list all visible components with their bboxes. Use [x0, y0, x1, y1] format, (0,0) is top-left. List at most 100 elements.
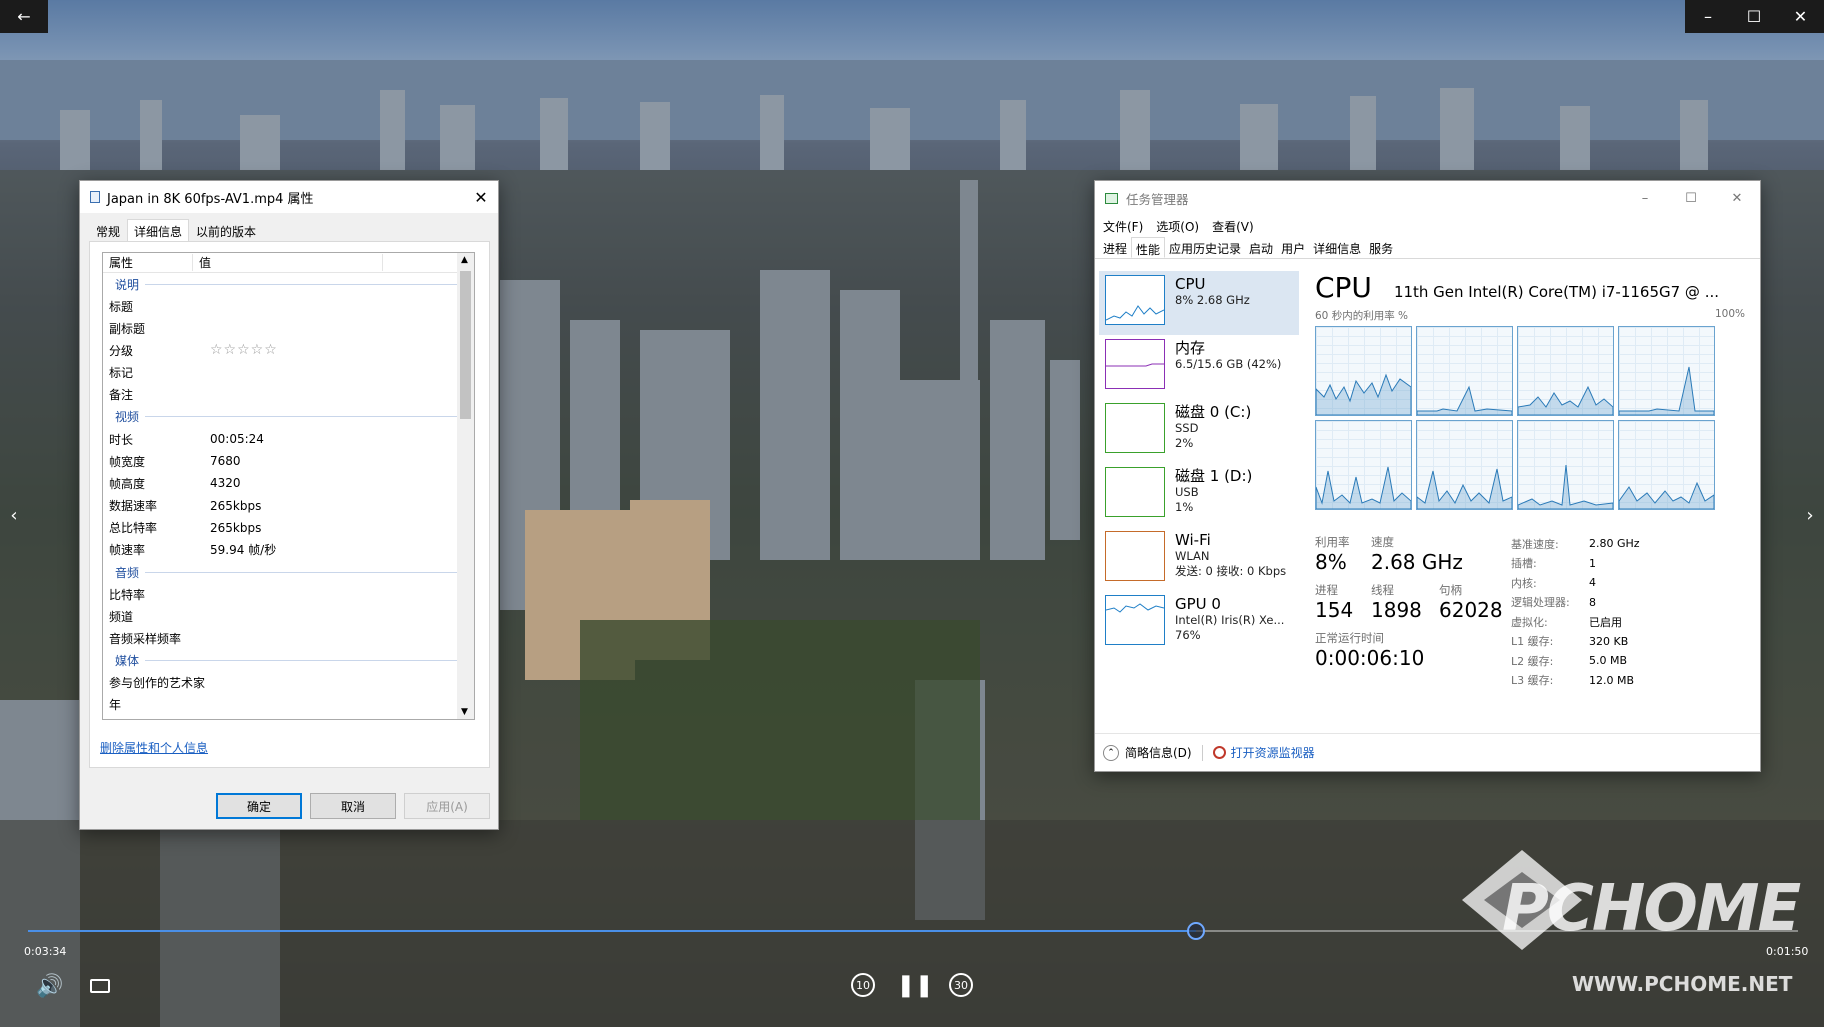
details-panel: 属性 值 说明 标题 副标题 分级 ☆☆☆☆☆ 标记 备注 视频 时长 00:05:…: [89, 241, 490, 768]
dialog-title: Japan in 8K 60fps-AV1.mp4 属性: [107, 191, 314, 207]
remove-properties-link[interactable]: 删除属性和个人信息: [100, 739, 208, 756]
core-graph: [1315, 420, 1412, 510]
vertical-scrollbar[interactable]: ▲ ▼: [457, 253, 474, 719]
tab-performance[interactable]: 性能: [1131, 237, 1166, 258]
menu-options[interactable]: 选项(O): [1156, 218, 1199, 235]
sidebar-detail: 1%: [1175, 500, 1194, 514]
sidebar-detail: Intel(R) Iris(R) Xe...: [1175, 613, 1285, 627]
list-item[interactable]: 时长 00:05:24: [103, 428, 474, 450]
property-name: 帧速率: [109, 543, 146, 558]
spec-value: 1: [1589, 556, 1596, 570]
property-name: 分级: [109, 343, 134, 358]
property-value: 265kbps: [210, 498, 262, 513]
menu-view[interactable]: 查看(V): [1212, 218, 1254, 235]
tab-startup[interactable]: 启动: [1245, 237, 1277, 258]
scroll-down-icon[interactable]: ▼: [461, 707, 468, 717]
cpu-spec-list: 基准速度: 2.80 GHz 插槽: 1 内核: 4 逻辑处理器: 8 虚拟化: 已启用 …: [1511, 534, 1731, 690]
close-button[interactable]: ✕: [1777, 0, 1824, 33]
file-icon: [90, 191, 100, 203]
tab-users[interactable]: 用户: [1277, 237, 1309, 258]
next-chevron[interactable]: ›: [1800, 500, 1820, 530]
spec-label: L3 缓存:: [1511, 674, 1554, 688]
list-item[interactable]: 年: [103, 694, 474, 716]
tab-app-history[interactable]: 应用历史记录: [1165, 237, 1245, 258]
cancel-button[interactable]: 取消: [310, 793, 396, 819]
spec-row: 插槽: 1: [1511, 554, 1731, 574]
section-audio: 音频: [103, 561, 474, 583]
fewer-details-button[interactable]: ⌃ 简略信息(D): [1103, 744, 1192, 761]
minimize-button[interactable]: –: [1685, 0, 1731, 33]
spec-label: 内核:: [1511, 576, 1537, 590]
list-item[interactable]: 备注: [103, 384, 474, 406]
skip-back-button[interactable]: 10: [848, 970, 878, 1000]
spec-value: 8: [1589, 595, 1596, 609]
sidebar-item-disk1[interactable]: 磁盘 1 (D:) USB 1%: [1099, 463, 1299, 527]
property-name: 帧宽度: [109, 454, 146, 469]
list-item[interactable]: 数据速率 265kbps: [103, 495, 474, 517]
list-item[interactable]: 总比特率 265kbps: [103, 517, 474, 539]
menu-file[interactable]: 文件(F): [1103, 218, 1143, 235]
list-item[interactable]: 帧宽度 7680: [103, 450, 474, 472]
sidebar-item-disk0[interactable]: 磁盘 0 (C:) SSD 2%: [1099, 399, 1299, 463]
list-item[interactable]: 比特率: [103, 583, 474, 605]
cpu-mini-graph: [1105, 275, 1165, 325]
apply-button[interactable]: 应用(A): [404, 793, 490, 819]
tab-details[interactable]: 详细信息: [1309, 237, 1365, 258]
tm-title-bar: 任务管理器 – ☐ ✕: [1095, 181, 1760, 215]
tm-maximize-button[interactable]: ☐: [1668, 191, 1714, 206]
scrollbar-thumb[interactable]: [460, 271, 471, 419]
sidebar-item-gpu[interactable]: GPU 0 Intel(R) Iris(R) Xe... 76%: [1099, 591, 1299, 655]
tm-close-button[interactable]: ✕: [1714, 191, 1760, 206]
property-value: 4320: [210, 476, 241, 491]
memory-mini-graph: [1105, 339, 1165, 389]
skip-forward-button[interactable]: 30: [946, 970, 976, 1000]
scroll-up-icon[interactable]: ▲: [461, 255, 468, 265]
column-header-property[interactable]: 属性: [103, 254, 193, 271]
volume-button[interactable]: 🔊: [36, 972, 64, 1000]
skip-forward-icon: 30: [949, 973, 973, 997]
tm-minimize-button[interactable]: –: [1622, 191, 1668, 206]
ok-button[interactable]: 确定: [216, 793, 302, 819]
list-item[interactable]: 频道: [103, 605, 474, 627]
previous-chevron[interactable]: ‹: [4, 500, 24, 530]
property-list[interactable]: 属性 值 说明 标题 副标题 分级 ☆☆☆☆☆ 标记 备注 视频 时长 00:05:…: [102, 252, 475, 720]
sidebar-item-memory[interactable]: 内存 6.5/15.6 GB (42%): [1099, 335, 1299, 399]
tab-processes[interactable]: 进程: [1099, 237, 1131, 258]
property-name: 标题: [109, 299, 134, 314]
list-item[interactable]: 音频采样频率: [103, 627, 474, 649]
sidebar-label: 内存: [1175, 339, 1206, 357]
property-name: 频道: [109, 609, 134, 624]
back-button[interactable]: ←: [0, 0, 48, 33]
chevron-right-icon: ›: [1806, 504, 1814, 526]
sidebar-detail: WLAN: [1175, 549, 1210, 563]
cpu-heading: CPU: [1315, 271, 1372, 304]
list-item[interactable]: 分级 ☆☆☆☆☆: [103, 339, 474, 361]
processes-value: 154: [1315, 598, 1354, 622]
list-item[interactable]: 副标题: [103, 317, 474, 339]
list-item[interactable]: 标记: [103, 362, 474, 384]
maximize-button[interactable]: ☐: [1731, 0, 1777, 33]
list-item[interactable]: 参与创作的艺术家: [103, 672, 474, 694]
tab-details[interactable]: 详细信息: [127, 219, 190, 241]
pause-button[interactable]: ❚❚: [897, 970, 934, 1000]
sidebar-item-wifi[interactable]: Wi-Fi WLAN 发送: 0 接收: 0 Kbps: [1099, 527, 1299, 591]
dialog-close-button[interactable]: ✕: [464, 188, 498, 207]
list-item[interactable]: 帧速率 59.94 帧/秒: [103, 539, 474, 561]
list-item[interactable]: 帧高度 4320: [103, 472, 474, 494]
tab-services[interactable]: 服务: [1365, 237, 1397, 258]
list-item[interactable]: 标题: [103, 295, 474, 317]
resource-monitor-label: 打开资源监视器: [1230, 746, 1315, 760]
column-header-value[interactable]: 值: [193, 254, 383, 271]
section-video: 视频: [103, 406, 474, 428]
tab-previous-versions[interactable]: 以前的版本: [189, 219, 263, 241]
tab-general[interactable]: 常规: [89, 219, 127, 241]
open-resource-monitor-link[interactable]: 打开资源监视器: [1212, 744, 1315, 761]
spec-label: 基准速度:: [1511, 537, 1559, 551]
minimize-icon: –: [1704, 7, 1712, 26]
core-graph: [1618, 326, 1715, 416]
sidebar-label: 磁盘 0 (C:): [1175, 403, 1252, 421]
subtitles-button[interactable]: [86, 972, 114, 1000]
rating-stars[interactable]: ☆☆☆☆☆: [208, 342, 278, 358]
property-name: 时长: [109, 432, 134, 447]
sidebar-item-cpu[interactable]: CPU 8% 2.68 GHz: [1099, 271, 1299, 335]
